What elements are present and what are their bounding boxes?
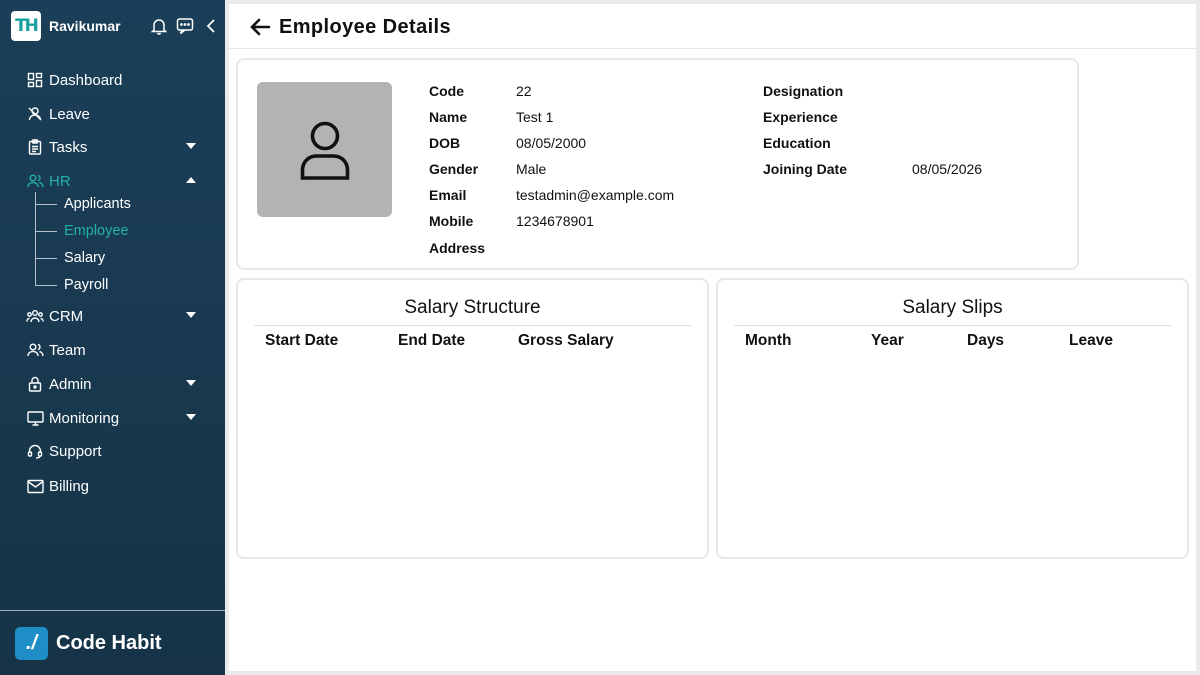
code-habit-logo-icon: ./ xyxy=(15,627,48,660)
nav-admin[interactable]: Admin xyxy=(26,373,201,395)
value-mobile: 1234678901 xyxy=(516,213,594,229)
nav-label: CRM xyxy=(49,307,84,325)
sidebar-footer: ./ Code Habit xyxy=(0,610,225,675)
chat-icon[interactable] xyxy=(176,17,194,35)
value-joining-date: 08/05/2026 xyxy=(912,161,983,177)
sidebar-header: TH Ravikumar xyxy=(11,11,225,41)
employee-info-card: Code 22 Name Test 1 DOB 08/05/2000 Gende… xyxy=(236,58,1079,270)
nav-label: Admin xyxy=(49,375,92,393)
nav-dashboard[interactable]: Dashboard xyxy=(26,69,201,91)
user-name: Ravikumar xyxy=(49,18,121,34)
nav-crm[interactable]: CRM xyxy=(26,305,201,327)
nav-label: Leave xyxy=(49,105,90,123)
nav-support[interactable]: Support xyxy=(26,440,201,462)
nav-label: Tasks xyxy=(49,138,88,156)
user-icon xyxy=(300,121,349,180)
divider xyxy=(254,325,691,326)
nav-label: Monitoring xyxy=(49,409,120,427)
nav-tasks[interactable]: Tasks xyxy=(26,136,201,158)
nav-label: Billing xyxy=(49,477,90,495)
subnav-label: Applicants xyxy=(64,196,131,212)
salary-structure-title: Salary Structure xyxy=(404,297,541,318)
nav-label: Dashboard xyxy=(49,71,123,89)
value-code: 22 xyxy=(516,83,532,99)
brand-name: Code Habit xyxy=(56,632,162,654)
label-address: Address xyxy=(429,240,486,256)
value-name: Test 1 xyxy=(516,109,554,125)
chevron-up-icon xyxy=(186,177,196,183)
mail-icon xyxy=(26,477,44,495)
nav-billing[interactable]: Billing xyxy=(26,475,201,497)
dashboard-icon xyxy=(26,71,44,89)
page-header: Employee Details xyxy=(229,4,1196,49)
subnav-employee[interactable]: Employee xyxy=(35,221,128,241)
label-experience: Experience xyxy=(763,109,838,125)
collapse-sidebar-icon[interactable] xyxy=(202,17,220,35)
chevron-down-icon xyxy=(186,380,196,386)
label-email: Email xyxy=(429,187,467,203)
column-header: Start Date xyxy=(265,332,339,349)
subnav-applicants[interactable]: Applicants xyxy=(35,194,131,214)
label-designation: Designation xyxy=(763,83,844,99)
chevron-down-icon xyxy=(186,143,196,149)
column-header: Year xyxy=(871,332,904,349)
team-icon xyxy=(26,341,44,359)
nav-team[interactable]: Team xyxy=(26,339,201,361)
column-header: Gross Salary xyxy=(518,332,614,349)
avatar xyxy=(257,82,392,217)
nav-leave[interactable]: Leave xyxy=(26,103,201,125)
value-gender: Male xyxy=(516,161,547,177)
label-education: Education xyxy=(763,135,831,151)
chevron-down-icon xyxy=(186,312,196,318)
column-header: Month xyxy=(745,332,792,349)
subnav-label: Payroll xyxy=(64,277,109,293)
label-joining-date: Joining Date xyxy=(763,161,848,177)
clipboard-icon xyxy=(26,138,44,156)
subnav-label: Salary xyxy=(64,250,106,266)
users-icon xyxy=(26,172,44,190)
nav-monitoring[interactable]: Monitoring xyxy=(26,407,201,429)
label-dob: DOB xyxy=(429,135,461,151)
divider xyxy=(734,325,1171,326)
app-logo: TH xyxy=(11,11,41,41)
page-title: Employee Details xyxy=(279,16,452,38)
column-header: Leave xyxy=(1069,332,1113,349)
headset-icon xyxy=(26,442,44,460)
nav-label: Team xyxy=(49,341,86,359)
value-dob: 08/05/2000 xyxy=(516,135,587,151)
lock-icon xyxy=(26,375,44,393)
nav-label: Support xyxy=(49,442,102,460)
sidebar: TH Ravikumar Dashboard Leave Tasks HR Ap… xyxy=(0,0,225,675)
leave-icon xyxy=(26,105,44,123)
group-icon xyxy=(26,307,44,325)
salary-structure-card: Salary Structure Start Date End Date Gro… xyxy=(236,278,709,559)
label-name: Name xyxy=(429,109,468,125)
salary-slips-card: Salary Slips Month Year Days Leave xyxy=(716,278,1189,559)
label-gender: Gender xyxy=(429,161,479,177)
monitor-icon xyxy=(26,409,44,427)
chevron-down-icon xyxy=(186,414,196,420)
nav-label: HR xyxy=(49,172,71,190)
back-arrow-icon[interactable] xyxy=(249,17,271,37)
label-mobile: Mobile xyxy=(429,213,474,229)
nav-hr[interactable]: HR xyxy=(26,170,201,192)
value-email: testadmin@example.com xyxy=(516,187,675,203)
bell-icon[interactable] xyxy=(150,17,168,35)
column-header: Days xyxy=(967,332,1005,349)
main-content: Employee Details Code 22 Name Test 1 DOB… xyxy=(229,4,1196,671)
label-code: Code xyxy=(429,83,464,99)
subnav-payroll[interactable]: Payroll xyxy=(35,275,108,295)
subnav-salary[interactable]: Salary xyxy=(35,248,105,268)
column-header: End Date xyxy=(398,332,466,349)
salary-slips-title: Salary Slips xyxy=(902,297,1003,318)
subnav-label: Employee xyxy=(64,223,129,239)
